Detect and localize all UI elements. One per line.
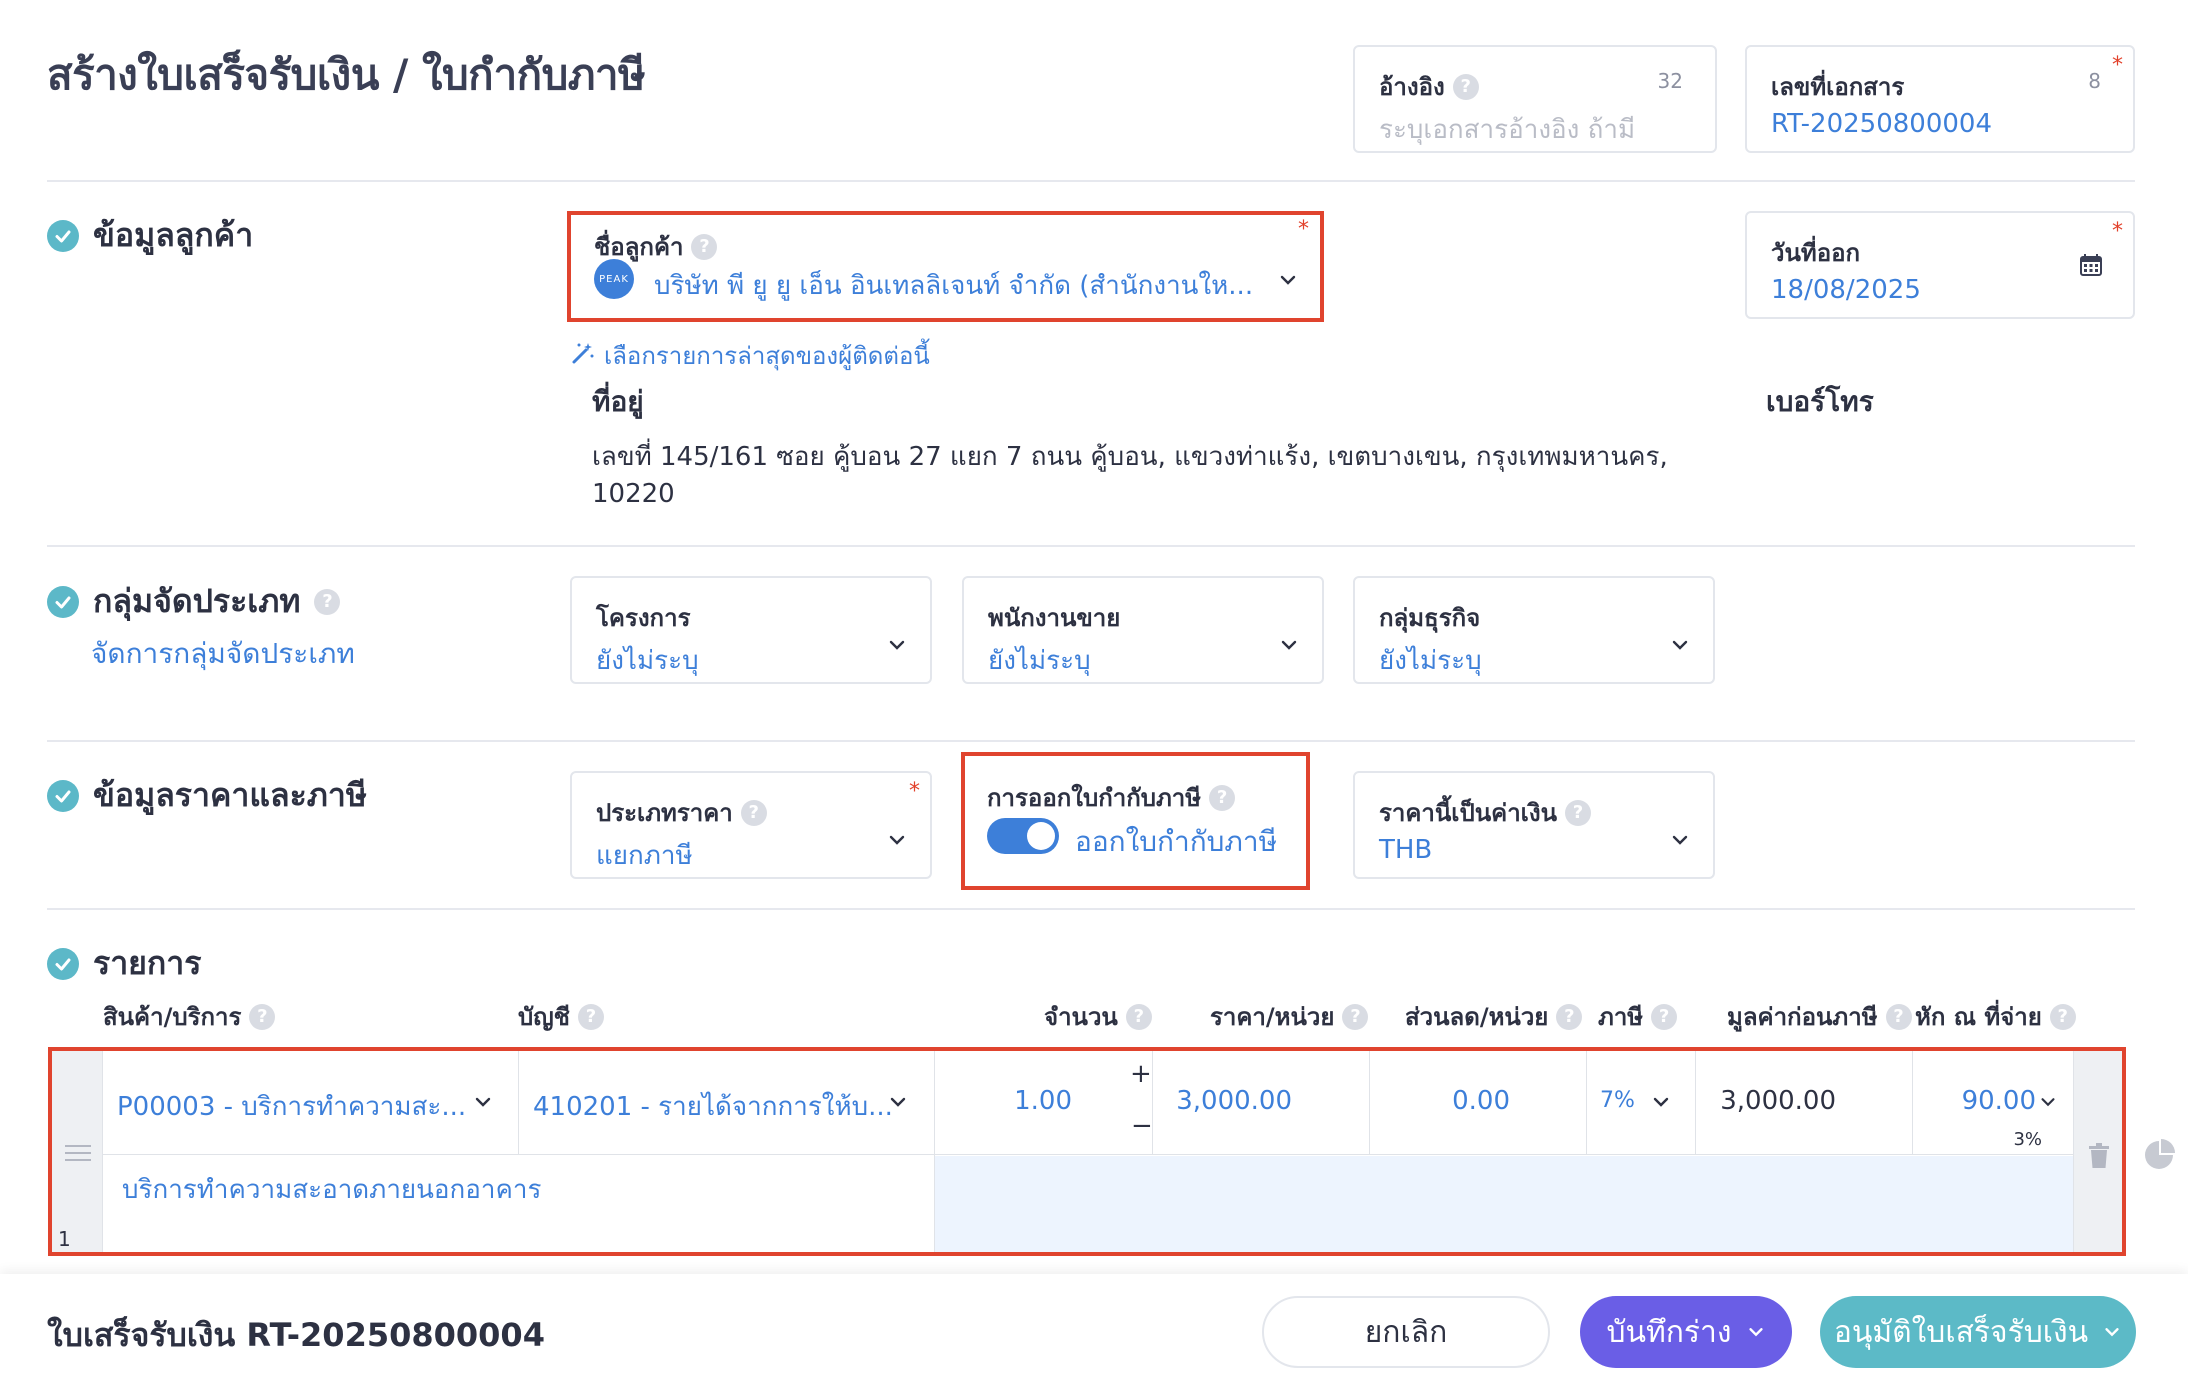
check-icon [47,947,79,980]
col-label: ภาษี [1598,1003,1644,1031]
approve-button[interactable]: อนุมัติใบเสร็จรับเงิน [1820,1296,2136,1368]
reference-field[interactable]: อ้างอิง? 32 ระบุเอกสารอ้างอิง ถ้ามี [1353,45,1717,153]
section-label: กลุ่มจัดประเภท [93,582,301,620]
col-discount: ส่วนลด/หน่วย? [1405,997,1583,1036]
section-label: รายการ [93,944,202,982]
chevron-down-icon[interactable] [886,634,908,656]
col-tax: ภาษี? [1598,997,1678,1036]
pie-chart-icon[interactable] [2143,1139,2175,1175]
reference-label: อ้างอิง [1379,73,1445,101]
section-label: ข้อมูลลูกค้า [93,216,254,254]
salesperson-label: พนักงานขาย [988,604,1121,632]
chevron-down-icon [1746,1315,1766,1350]
chevron-down-icon[interactable] [1669,829,1691,851]
col-label: บัญชี [518,1003,570,1031]
reference-input[interactable]: ระบุเอกสารอ้างอิง ถ้ามี [1379,109,1635,150]
help-icon[interactable]: ? [2049,1003,2076,1030]
col-product: สินค้า/บริการ? [103,997,276,1036]
reference-counter: 32 [1657,69,1683,93]
business-group-value: ยังไม่ระบุ [1379,646,1482,676]
save-draft-label: บันทึกร่าง [1606,1314,1732,1350]
magic-wand-icon [570,340,596,372]
salesperson-select[interactable]: พนักงานขาย ยังไม่ระบุ [962,576,1324,684]
items-section-title: รายการ [47,938,201,989]
col-qty: จำนวน? [1044,997,1152,1036]
project-label: โครงการ [596,604,691,632]
section-label: ข้อมูลราคาและภาษี [93,776,367,814]
currency-value: THB [1379,835,1433,865]
page-title: สร้างใบเสร็จรับเงิน / ใบกำกับภาษี [47,50,646,99]
save-draft-button[interactable]: บันทึกร่าง [1580,1296,1792,1368]
col-wht: หัก ณ ที่จ่าย? [1915,997,2076,1036]
calendar-icon[interactable] [2079,253,2103,281]
approve-label: อนุมัติใบเสร็จรับเงิน [1833,1314,2089,1350]
project-select[interactable]: โครงการ ยังไม่ระบุ [570,576,932,684]
salesperson-value: ยังไม่ระบุ [988,646,1091,676]
customer-section-title: ข้อมูลลูกค้า [47,210,253,261]
phone-label: เบอร์โทร [1766,385,1874,418]
recent-contact-label: เลือกรายการล่าสุดของผู้ติดต่อนี้ [604,342,930,370]
col-unit-price: ราคา/หน่วย? [1210,997,1369,1036]
col-label: ราคา/หน่วย [1210,1003,1335,1031]
help-icon[interactable]: ? [314,588,341,615]
issue-date-value: 18/08/2025 [1771,275,1921,305]
currency-label: ราคานี้เป็นค่าเงิน [1379,799,1558,827]
chevron-down-icon[interactable] [1278,634,1300,656]
col-label: จำนวน [1044,1003,1118,1031]
required-mark: * [909,779,920,804]
col-label: สินค้า/บริการ [103,1003,242,1031]
price-type-value: แยกภาษี [596,841,693,871]
highlight-customer [567,211,1324,322]
help-icon[interactable]: ? [1452,73,1479,100]
col-pre-tax: มูลค่าก่อนภาษี? [1727,997,1912,1036]
check-icon [47,779,79,812]
doc-number-field[interactable]: เลขที่เอกสาร 8 * RT-20250800004 [1745,45,2135,153]
doc-number-counter: 8 [2088,69,2101,93]
business-group-select[interactable]: กลุ่มธุรกิจ ยังไม่ระบุ [1353,576,1715,684]
check-icon [47,585,79,618]
cancel-button[interactable]: ยกเลิก [1262,1296,1550,1368]
doc-number-label: เลขที่เอกสาร [1771,73,1905,101]
address-line-1: เลขที่ 145/161 ซอย คู้บอน 27 แยก 7 ถนน ค… [592,442,1668,472]
footer-doc-title: ใบเสร็จรับเงิน RT-20250800004 [47,1316,545,1354]
help-icon[interactable]: ? [1565,799,1592,826]
address-label: ที่อยู่ [592,385,644,418]
required-mark: * [2112,53,2123,78]
price-type-label: ประเภทราคา [596,799,733,827]
help-icon[interactable]: ? [1651,1003,1678,1030]
help-icon[interactable]: ? [577,1003,604,1030]
col-label: ส่วนลด/หน่วย [1405,1003,1549,1031]
address-line-2: 10220 [592,479,675,509]
check-icon [47,219,79,252]
chevron-down-icon[interactable] [886,829,908,851]
price-section-title: ข้อมูลราคาและภาษี [47,770,367,821]
business-group-label: กลุ่มธุรกิจ [1379,604,1481,632]
price-type-select[interactable]: ประเภทราคา? * แยกภาษี [570,771,932,879]
required-mark: * [2112,219,2123,244]
highlight-tax-invoice [961,752,1310,890]
currency-select[interactable]: ราคานี้เป็นค่าเงิน? THB [1353,771,1715,879]
manage-category-link[interactable]: จัดการกลุ่มจัดประเภท [91,632,355,676]
help-icon[interactable]: ? [740,799,767,826]
help-icon[interactable]: ? [249,1003,276,1030]
project-value: ยังไม่ระบุ [596,646,699,676]
chevron-down-icon[interactable] [1669,634,1691,656]
issue-date-label: วันที่ออก [1771,239,1861,267]
help-icon[interactable]: ? [1885,1003,1912,1030]
highlight-item-row [48,1047,2126,1256]
col-account: บัญชี? [518,997,604,1036]
issue-date-field[interactable]: วันที่ออก * 18/08/2025 [1745,211,2135,319]
col-label: มูลค่าก่อนภาษี [1727,1003,1878,1031]
help-icon[interactable]: ? [1125,1003,1152,1030]
col-label: หัก ณ ที่จ่าย [1915,1003,2042,1031]
category-section-title: กลุ่มจัดประเภท ? [47,576,341,627]
help-icon[interactable]: ? [1556,1003,1583,1030]
chevron-down-icon [2102,1315,2122,1350]
recent-contact-link[interactable]: เลือกรายการล่าสุดของผู้ติดต่อนี้ [570,336,930,375]
help-icon[interactable]: ? [1342,1003,1369,1030]
doc-number-input[interactable]: RT-20250800004 [1771,109,1992,139]
cancel-label: ยกเลิก [1364,1314,1448,1350]
